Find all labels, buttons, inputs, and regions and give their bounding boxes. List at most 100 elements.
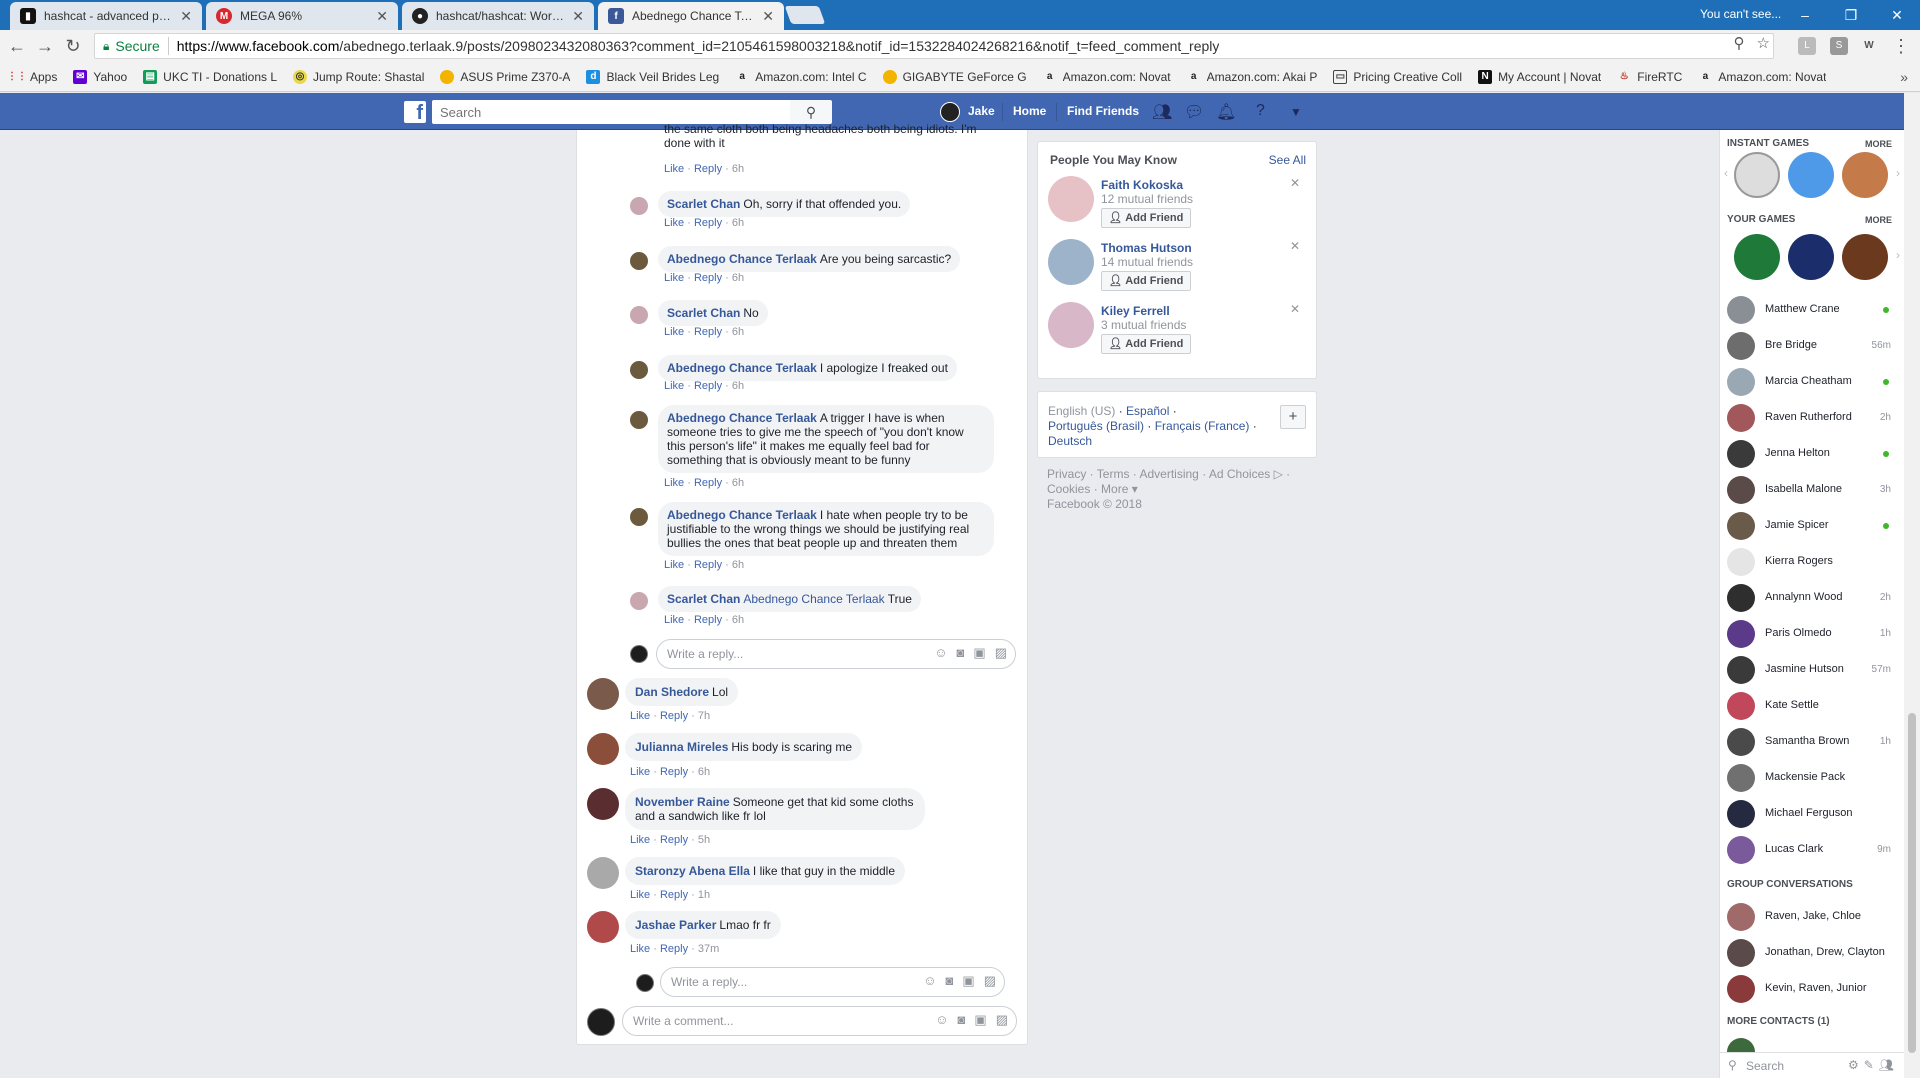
reply-link[interactable]: Reply: [694, 477, 722, 489]
like-link[interactable]: Like: [630, 766, 650, 778]
close-tab-icon[interactable]: ✕: [180, 8, 192, 25]
terms-link[interactable]: Terms: [1097, 467, 1130, 481]
close-tab-icon[interactable]: ✕: [762, 8, 774, 25]
tab-facebook[interactable]: f Abednego Chance Terlaa ✕: [598, 2, 784, 30]
game-icon[interactable]: [1842, 234, 1888, 280]
like-link[interactable]: Like: [664, 614, 684, 626]
close-icon[interactable]: ✕: [1290, 176, 1300, 190]
reply-link[interactable]: Reply: [694, 326, 722, 338]
close-icon[interactable]: ✕: [1290, 239, 1300, 253]
bookmark-item[interactable]: ♨ FireRTC: [1617, 70, 1683, 84]
avatar[interactable]: [587, 857, 619, 889]
avatar[interactable]: [1048, 239, 1094, 285]
camera-icon[interactable]: ◙: [946, 973, 954, 989]
sticker-icon[interactable]: ▨: [995, 645, 1007, 661]
avatar[interactable]: [940, 102, 960, 122]
notifications-icon[interactable]: 🔔︎: [1216, 102, 1236, 122]
more-languages-button[interactable]: +: [1280, 405, 1306, 429]
like-link[interactable]: Like: [664, 326, 684, 338]
chat-contact[interactable]: Jasmine Hutson 57m: [1727, 653, 1897, 687]
avatar[interactable]: [630, 306, 648, 324]
bookmark-item[interactable]: ✉ Yahoo: [73, 69, 127, 84]
messenger-icon[interactable]: 💬︎: [1184, 102, 1204, 122]
more-link[interactable]: MORE: [1865, 139, 1892, 149]
game-icon[interactable]: [1788, 234, 1834, 280]
chat-contact[interactable]: Kate Settle: [1727, 689, 1897, 723]
reply-author[interactable]: Abednego Chance Terlaak: [667, 508, 817, 522]
reply-mention[interactable]: Abednego Chance Terlaak: [743, 592, 884, 606]
help-icon[interactable]: ?: [1256, 102, 1265, 120]
like-link[interactable]: Like: [664, 477, 684, 489]
bookmark-item[interactable]: a Amazon.com: Novat: [1043, 70, 1171, 84]
more-link[interactable]: More: [1101, 482, 1128, 496]
close-icon[interactable]: ✕: [1290, 302, 1300, 316]
facebook-logo-icon[interactable]: f: [404, 101, 426, 124]
language-link[interactable]: Português (Brasil): [1048, 419, 1144, 433]
comment-composer[interactable]: Write a comment... ☺ ◙ ▣ ▨: [622, 1006, 1017, 1036]
account-menu-icon[interactable]: ▼: [1290, 105, 1302, 119]
emoji-icon[interactable]: ☺: [923, 973, 936, 989]
add-friend-button[interactable]: 👤︎ Add Friend: [1101, 208, 1191, 228]
reply-author[interactable]: Scarlet Chan: [667, 306, 740, 320]
reply-author[interactable]: Scarlet Chan: [667, 197, 740, 211]
address-bar[interactable]: 🔒︎ Secure https://www.facebook.com/abedn…: [94, 33, 1774, 59]
game-icon[interactable]: [1734, 152, 1780, 198]
reply-link[interactable]: Reply: [694, 217, 722, 229]
home-link[interactable]: Home: [1013, 104, 1046, 118]
reply-link[interactable]: Reply: [660, 834, 688, 846]
friend-requests-icon[interactable]: 👥︎: [1152, 102, 1172, 122]
chevron-left-icon[interactable]: ‹: [1724, 166, 1728, 180]
bookmark-item[interactable]: ▤ UKC TI - Donations L: [143, 69, 277, 84]
sticker-icon[interactable]: ▨: [996, 1012, 1008, 1028]
more-link[interactable]: MORE: [1865, 215, 1892, 225]
like-link[interactable]: Like: [664, 559, 684, 571]
avatar[interactable]: [1048, 176, 1094, 222]
avatar[interactable]: [630, 361, 648, 379]
forward-icon[interactable]: →: [34, 35, 56, 57]
like-link[interactable]: Like: [630, 889, 650, 901]
reply-composer[interactable]: Write a reply... ☺ ◙ ▣ ▨: [656, 639, 1016, 669]
avatar[interactable]: [630, 411, 648, 429]
reply-composer[interactable]: Write a reply... ☺ ◙ ▣ ▨: [660, 967, 1005, 997]
scrollbar-thumb[interactable]: [1908, 713, 1916, 1053]
new-group-icon[interactable]: 👥︎: [1879, 1058, 1899, 1072]
extension-icon[interactable]: L: [1798, 37, 1816, 55]
reply-link[interactable]: Reply: [660, 889, 688, 901]
comment-author[interactable]: Dan Shedore: [635, 685, 709, 699]
extension-icon[interactable]: W: [1860, 37, 1878, 55]
search-icon[interactable]: ⚲: [790, 100, 832, 124]
see-all-link[interactable]: See All: [1269, 153, 1306, 167]
sticker-icon[interactable]: ▨: [984, 973, 996, 989]
reply-link[interactable]: Reply: [694, 559, 722, 571]
chevron-right-icon[interactable]: ›: [1896, 248, 1900, 262]
extension-icon[interactable]: S: [1830, 37, 1848, 55]
reply-link[interactable]: Reply: [660, 710, 688, 722]
avatar[interactable]: [587, 733, 619, 765]
add-friend-button[interactable]: 👤︎ Add Friend: [1101, 334, 1191, 354]
camera-icon[interactable]: ◙: [958, 1012, 966, 1028]
reply-link[interactable]: Reply: [694, 614, 722, 626]
close-tab-icon[interactable]: ✕: [572, 8, 584, 25]
search-input[interactable]: [432, 100, 830, 124]
avatar[interactable]: [630, 197, 648, 215]
chat-contact[interactable]: Bre Bridge 56m: [1727, 329, 1897, 363]
find-friends-link[interactable]: Find Friends: [1067, 104, 1139, 118]
zoom-icon[interactable]: ⚲: [1734, 34, 1745, 52]
page-scrollbar[interactable]: [1904, 93, 1920, 1078]
gif-icon[interactable]: ▣: [974, 1012, 986, 1028]
chat-contact[interactable]: Paris Olmedo 1h: [1727, 617, 1897, 651]
language-link[interactable]: Français (France): [1155, 419, 1250, 433]
like-link[interactable]: Like: [664, 380, 684, 392]
chat-contact[interactable]: Matthew Crane: [1727, 293, 1897, 327]
bookmark-item[interactable]: ▭ Pricing Creative Coll: [1333, 69, 1462, 84]
bookmark-item[interactable]: GIGABYTE GeForce G: [882, 69, 1027, 84]
profile-link[interactable]: Jake: [968, 104, 995, 118]
chat-contact[interactable]: Raven Rutherford 2h: [1727, 401, 1897, 435]
new-tab-button[interactable]: [784, 6, 826, 24]
chat-contact[interactable]: Isabella Malone 3h: [1727, 473, 1897, 507]
reply-link[interactable]: Reply: [694, 163, 722, 175]
tab-mega[interactable]: M MEGA 96% ✕: [206, 2, 398, 30]
avatar[interactable]: [587, 911, 619, 943]
language-link[interactable]: Deutsch: [1048, 434, 1092, 448]
emoji-icon[interactable]: ☺: [934, 645, 947, 661]
